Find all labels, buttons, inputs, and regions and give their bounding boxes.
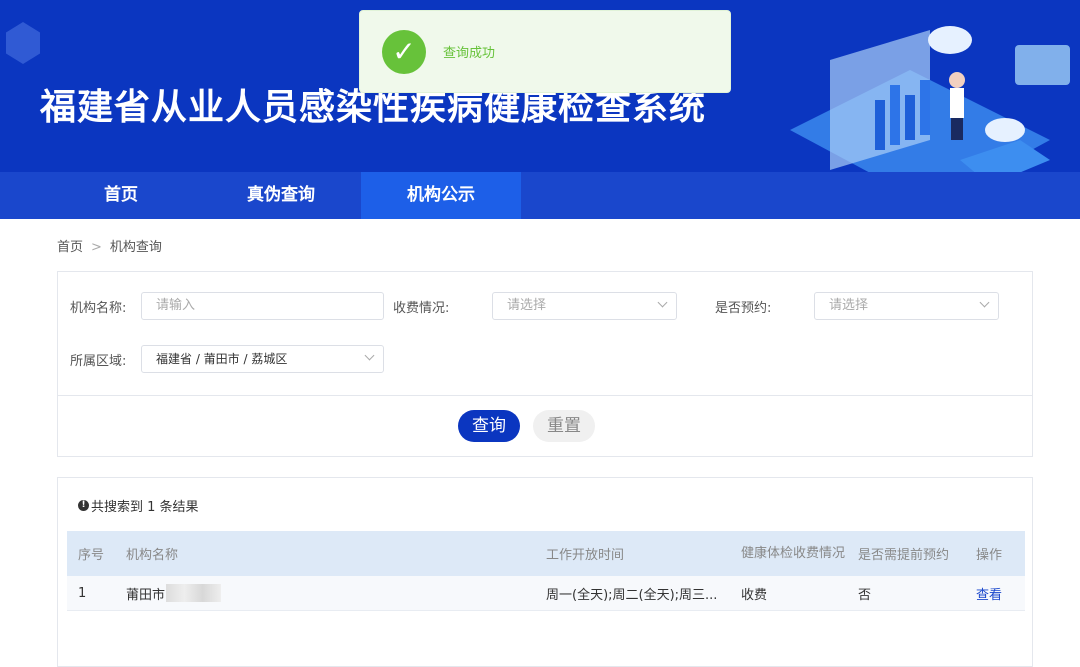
nav-institutions[interactable]: 机构公示 [361, 172, 521, 219]
fee-select-value: 请选择 [507, 298, 547, 313]
fee-label: 收费情况: [393, 301, 450, 316]
redacted-blur [166, 584, 222, 602]
region-value: 福建省 / 莆田市 / 荔城区 [156, 352, 288, 366]
col-index: 序号 [78, 548, 105, 563]
appointment-select[interactable]: 请选择 [814, 292, 999, 320]
name-input[interactable]: 请输入 [141, 292, 384, 320]
fee-select[interactable]: 请选择 [492, 292, 677, 320]
header-illustration [790, 26, 1070, 172]
appointment-label: 是否预约: [715, 301, 772, 316]
chevron-right-icon: > [91, 240, 102, 255]
col-name: 机构名称 [126, 548, 179, 563]
view-link[interactable]: 查看 [976, 576, 1002, 610]
chevron-down-icon [979, 297, 990, 308]
name-label: 机构名称: [70, 301, 127, 316]
toast-message: 查询成功 [443, 46, 496, 61]
logo-cube-icon [6, 22, 40, 64]
breadcrumb-home[interactable]: 首页 [57, 240, 83, 255]
filter-panel: 机构名称: 请输入 收费情况: 请选择 是否预约: 请选择 所属区域: 福建省 … [57, 271, 1033, 457]
result-count: ! 共搜索到 1 条结果 [78, 496, 199, 515]
chevron-down-icon [657, 297, 668, 308]
main-nav: 首页 真伪查询 机构公示 [0, 172, 1080, 219]
breadcrumb-current: 机构查询 [109, 240, 162, 255]
cell-hours: 周一(全天);周二(全天);周三... [546, 587, 718, 603]
check-icon: ✓ [382, 29, 426, 74]
cell-appointment: 否 [858, 587, 872, 603]
breadcrumb: 首页 > 机构查询 [57, 236, 162, 255]
cell-name-text: 莆田市 [126, 587, 166, 603]
success-toast: ✓ 查询成功 [359, 10, 731, 93]
query-button[interactable]: 查询 [458, 410, 520, 442]
cell-name: 莆田市 [126, 576, 222, 610]
region-label: 所属区域: [70, 354, 127, 369]
chevron-down-icon [364, 350, 375, 361]
col-action: 操作 [976, 548, 1003, 563]
col-fee: 健康体检收费情况 [741, 545, 846, 561]
reset-button[interactable]: 重置 [533, 410, 595, 442]
appointment-select-value: 请选择 [829, 298, 869, 313]
table-header: 序号 机构名称 工作开放时间 健康体检收费情况 是否需提前预约 操作 [67, 531, 1025, 576]
table-row: 1 莆田市 周一(全天);周二(全天);周三... 收费 否 查看 [67, 576, 1025, 611]
col-appointment: 是否需提前预约 [858, 548, 950, 563]
cell-index: 1 [78, 585, 87, 601]
info-icon: ! [78, 500, 89, 511]
result-count-text: 共搜索到 1 条结果 [91, 500, 199, 515]
col-hours: 工作开放时间 [546, 548, 625, 563]
results-panel: ! 共搜索到 1 条结果 序号 机构名称 工作开放时间 健康体检收费情况 是否需提… [57, 477, 1033, 667]
divider [58, 395, 1032, 396]
nav-verify[interactable]: 真伪查询 [201, 172, 361, 219]
cell-fee: 收费 [741, 587, 768, 603]
nav-home[interactable]: 首页 [41, 172, 201, 219]
region-cascader[interactable]: 福建省 / 莆田市 / 荔城区 [141, 345, 384, 373]
